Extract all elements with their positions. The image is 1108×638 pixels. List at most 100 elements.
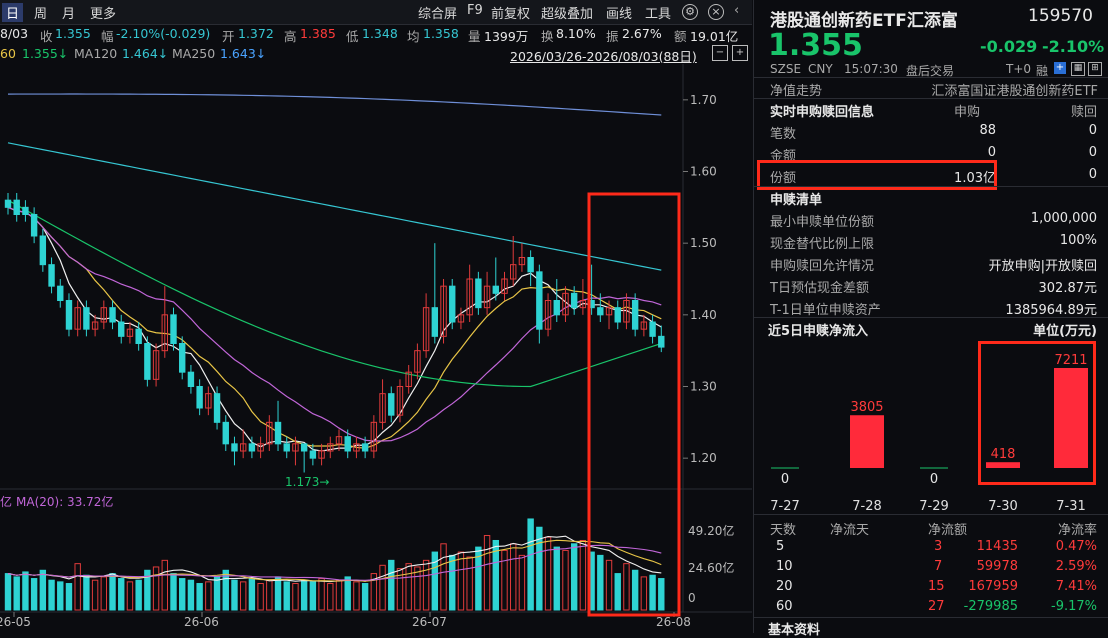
candle-body[interactable]: [196, 386, 203, 409]
candle-body[interactable]: [527, 257, 534, 273]
candle-body[interactable]: [213, 393, 221, 423]
volume-bar: [205, 581, 212, 611]
settings-icon[interactable]: ⚙: [682, 4, 698, 20]
stats-amount: 11435: [976, 539, 1018, 554]
list-status-label: 申购赎回允许情况: [770, 259, 875, 274]
candle-body[interactable]: [187, 371, 195, 387]
candle-body[interactable]: [631, 300, 639, 330]
grid-icon[interactable]: ▦: [1071, 62, 1085, 76]
candle-body[interactable]: [274, 421, 282, 445]
candle-body[interactable]: [248, 443, 256, 452]
plus-icon[interactable]: +: [732, 45, 748, 61]
candle-body[interactable]: [118, 321, 125, 337]
volume-bar: [405, 563, 412, 611]
stats-rate: -9.17%: [1051, 599, 1097, 614]
candle-body[interactable]: [30, 214, 38, 237]
candle-body[interactable]: [222, 421, 229, 445]
candle-body[interactable]: [170, 314, 177, 344]
candle-body[interactable]: [300, 443, 308, 452]
volume-bar: [48, 579, 55, 611]
candle-body[interactable]: [388, 393, 395, 416]
add-watchlist-icon[interactable]: +: [1054, 62, 1066, 74]
volume-bar: [283, 581, 290, 611]
basic-info-title[interactable]: 基本资料: [768, 619, 820, 638]
candle-body[interactable]: [39, 235, 47, 266]
minus-icon[interactable]: −: [712, 45, 728, 61]
candle-body[interactable]: [570, 292, 578, 309]
candle-body[interactable]: [597, 307, 604, 316]
candle-body[interactable]: [553, 300, 560, 316]
candle-body[interactable]: [361, 443, 369, 452]
market-label: SZSE: [770, 62, 802, 76]
candle-body[interactable]: [614, 307, 621, 323]
candle-body[interactable]: [4, 199, 12, 208]
volume-bar: [257, 583, 264, 611]
f9-button[interactable]: F9: [467, 3, 483, 18]
volume-bar: [414, 566, 421, 611]
composite-screen-button[interactable]: 综合屏: [418, 3, 457, 22]
overlay-button[interactable]: 超级叠加: [541, 3, 593, 22]
last-price: 1.355: [768, 28, 863, 63]
adjust-button[interactable]: 前复权: [491, 3, 530, 22]
price-change: -0.029: [980, 37, 1038, 56]
inflow-date-label: 7-30: [988, 499, 1018, 514]
candle-body[interactable]: [431, 307, 439, 337]
candle-body[interactable]: [344, 436, 351, 452]
low-price-marker: 1.173→: [285, 475, 329, 489]
candle-body[interactable]: [22, 206, 29, 215]
volume-bar: [213, 576, 221, 611]
nav-trend-label[interactable]: 净值走势: [770, 80, 822, 99]
candle-body[interactable]: [109, 307, 116, 323]
candle-body[interactable]: [48, 264, 55, 287]
volume-bar: [649, 574, 656, 611]
x-axis-label: 26-08: [656, 615, 691, 629]
candle-body[interactable]: [144, 343, 151, 380]
ma-legend-bar: 60 1.355↓ MA120 1.464↓ MA250 1.643↓ 2026…: [0, 44, 752, 64]
ma5-line: [7, 206, 662, 452]
stats-rate: 2.59%: [1055, 559, 1097, 574]
period-week-tab[interactable]: 周: [34, 3, 47, 22]
collapse-icon[interactable]: ‹: [734, 3, 739, 18]
list-cash-diff-label: T日预估现金差额: [770, 281, 869, 296]
close-icon[interactable]: ×: [708, 4, 724, 20]
volume-bar: [22, 571, 29, 611]
candle-body[interactable]: [492, 285, 499, 294]
candle-body[interactable]: [449, 285, 456, 323]
expand-icon[interactable]: ⊞: [1088, 62, 1102, 76]
stats-amount: 167959: [968, 579, 1018, 594]
candle-body[interactable]: [231, 443, 238, 452]
candle-body[interactable]: [83, 307, 90, 330]
change-label: 幅: [101, 29, 114, 44]
candle-body[interactable]: [649, 321, 656, 337]
candle-body[interactable]: [475, 278, 482, 309]
ma120-line: [7, 142, 662, 271]
inflow-bar: [850, 415, 884, 468]
candle-body[interactable]: [309, 450, 317, 459]
candle-body[interactable]: [57, 285, 64, 302]
open-label: 开: [222, 29, 235, 44]
kline-chart[interactable]: 1.70 1.60 1.50 1.40 1.30 1.20 49.20亿 24.60亿 0 2…: [0, 64, 752, 633]
volume-bar: [570, 543, 578, 611]
volume-bar: [309, 581, 317, 611]
volume-bar: [300, 579, 308, 611]
candle-body[interactable]: [65, 300, 73, 330]
highlight-box-recent: [587, 192, 681, 617]
draw-line-button[interactable]: 画线: [606, 3, 632, 22]
candle-body[interactable]: [536, 271, 543, 330]
stats-header-amount: 净流额: [927, 523, 967, 538]
volume-bar: [605, 559, 613, 611]
candle-body[interactable]: [13, 199, 20, 216]
candle-body[interactable]: [658, 335, 665, 348]
period-day-tab[interactable]: 日: [2, 3, 24, 22]
nav-fund-name[interactable]: 汇添富国证港股通创新药ETF: [931, 80, 1098, 99]
volume-bar: [266, 579, 273, 611]
period-month-tab[interactable]: 月: [62, 3, 75, 22]
candle-body[interactable]: [179, 343, 186, 373]
more-menu[interactable]: 更多: [90, 3, 116, 22]
date-range[interactable]: 2026/03/26-2026/08/03(88日): [510, 46, 697, 65]
volume-bar: [318, 578, 325, 611]
ma250-value: 1.643↓: [220, 46, 267, 61]
candle-body[interactable]: [135, 328, 142, 344]
tools-button[interactable]: 工具: [645, 3, 671, 22]
candle-body[interactable]: [283, 443, 290, 452]
